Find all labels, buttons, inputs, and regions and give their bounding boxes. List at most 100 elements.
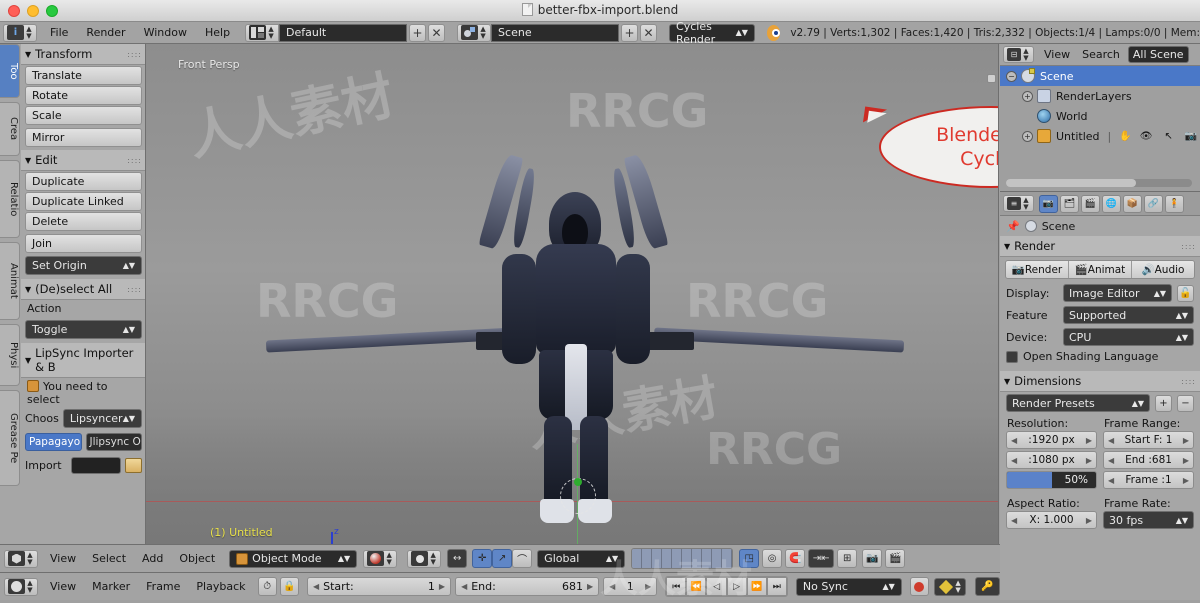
sync-mode-selector[interactable]: No Sync ▲▼ xyxy=(796,578,902,596)
outliner-display-mode[interactable]: All Scene xyxy=(1128,46,1189,63)
duplicate-button[interactable]: Duplicate xyxy=(25,172,142,191)
menu-help[interactable]: Help xyxy=(196,23,239,43)
outliner-row-world[interactable]: World xyxy=(1000,106,1200,126)
properties-tab-renderlayers[interactable]: 🗂 xyxy=(1060,195,1079,213)
translate-button[interactable]: Translate xyxy=(25,66,142,85)
lock-icon[interactable]: 🔒 xyxy=(280,577,299,596)
start-frame-field[interactable]: ◀ Start F: 1 ▶ xyxy=(1103,431,1194,449)
start-frame-field[interactable]: ◀ Start: 1 ▶ xyxy=(307,577,451,596)
render-camera-icon[interactable]: 📷 xyxy=(862,549,882,568)
proportional-edit-icon[interactable]: ◳ xyxy=(739,549,759,568)
panel-header-render[interactable]: ▼ Render :::: xyxy=(1000,236,1200,257)
panel-header-deselect-all[interactable]: ▼ (De)select All :::: xyxy=(21,279,146,300)
editor-type-selector-properties[interactable]: ≡ ▲▼ xyxy=(1003,195,1034,212)
frame-rate-dropdown[interactable]: 30 fps ▲▼ xyxy=(1103,511,1194,529)
osl-row[interactable]: Open Shading Language xyxy=(1000,348,1200,365)
snap-target-icon[interactable]: ⊞ xyxy=(837,549,857,568)
outliner-menu-search[interactable]: Search xyxy=(1076,48,1126,61)
papagayo-tab[interactable]: Papagayo xyxy=(25,433,82,451)
magnet-icon[interactable]: 🧲 xyxy=(785,549,805,568)
screen-layout-icon-button[interactable]: ▲▼ xyxy=(245,24,279,42)
remove-preset-button[interactable]: − xyxy=(1177,395,1194,412)
properties-tab-armature[interactable]: 🧍 xyxy=(1165,195,1184,213)
scale-manipulator-icon[interactable]: ⌒ xyxy=(512,549,532,568)
scene-icon-button[interactable]: ▲▼ xyxy=(457,24,491,42)
menu-file[interactable]: File xyxy=(41,23,77,43)
editor-type-selector-timeline[interactable]: ▲▼ xyxy=(4,578,38,596)
render-engine-selector[interactable]: Cycles Render ▲▼ xyxy=(669,24,755,42)
tab-tools[interactable]: Too xyxy=(0,44,20,98)
duplicate-linked-button[interactable]: Duplicate Linked xyxy=(25,192,142,211)
interaction-mode-selector[interactable]: Object Mode ▲▼ xyxy=(229,550,357,568)
timeline-menu-view[interactable]: View xyxy=(42,580,84,593)
rotate-button[interactable]: Rotate xyxy=(25,86,142,105)
feature-set-dropdown[interactable]: Supported ▲▼ xyxy=(1063,306,1194,324)
panel-header-lipsync[interactable]: ▼ LipSync Importer & B xyxy=(21,343,146,378)
expand-icon[interactable]: + xyxy=(1022,91,1033,102)
delete-scene-button[interactable]: ✕ xyxy=(640,24,657,42)
scale-button[interactable]: Scale xyxy=(25,106,142,125)
scene-name[interactable]: Scene xyxy=(491,24,619,42)
editor-type-selector-outliner[interactable]: ⊟ ▲▼ xyxy=(1003,46,1034,63)
auto-key-icon[interactable]: ⏱ xyxy=(258,577,277,596)
properties-editor[interactable]: ≡ ▲▼ 📷 🗂 🎬 🌐 📦 🔗 🧍 📌 Scene ▼ Render ::::… xyxy=(1000,192,1200,600)
unlock-icon[interactable]: 🔓 xyxy=(1177,285,1194,302)
current-frame-field[interactable]: ◀ 1 ▶ xyxy=(603,577,657,596)
menu-window[interactable]: Window xyxy=(135,23,196,43)
menu-render[interactable]: Render xyxy=(77,23,134,43)
editor-type-selector[interactable]: i ▲▼ xyxy=(3,24,37,42)
play-reverse-icon[interactable]: ◁ xyxy=(706,577,726,596)
resolution-x-field[interactable]: ◀ :1920 px ▶ xyxy=(1006,431,1097,449)
camera-icon[interactable]: 📷 xyxy=(1185,131,1197,142)
import-path-input[interactable] xyxy=(71,457,121,474)
display-mode-dropdown[interactable]: Image Editor ▲▼ xyxy=(1063,284,1172,302)
resolution-percent-slider[interactable]: 50% xyxy=(1006,471,1097,489)
outliner-menu-view[interactable]: View xyxy=(1038,48,1076,61)
tab-grease-pencil[interactable]: Grease Pe xyxy=(0,390,20,486)
panel-header-edit[interactable]: ▼ Edit :::: xyxy=(21,150,146,171)
viewport-toggle-nav-handle[interactable] xyxy=(987,74,996,83)
transform-orientation-selector[interactable]: Global ▲▼ xyxy=(537,550,625,568)
resolution-y-field[interactable]: ◀ :1080 px ▶ xyxy=(1006,451,1097,469)
timeline-menu-frame[interactable]: Frame xyxy=(138,580,188,593)
3dview-menu-object[interactable]: Object xyxy=(171,552,223,565)
panel-header-transform[interactable]: ▼ Transform :::: xyxy=(21,44,146,65)
3d-viewport[interactable]: 人人素材 RRCG RRCG RRCG 人人素材 RRCG xyxy=(146,44,999,544)
3dview-menu-view[interactable]: View xyxy=(42,552,84,565)
outliner-row-scene[interactable]: − Scene xyxy=(1000,66,1200,86)
properties-tab-constraints[interactable]: 🔗 xyxy=(1144,195,1163,213)
set-origin-dropdown[interactable]: Set Origin ▲▼ xyxy=(25,256,142,275)
rotate-manipulator-icon[interactable]: ↗ xyxy=(492,549,512,568)
outliner-horizontal-scrollbar[interactable] xyxy=(1006,179,1192,187)
3dview-menu-select[interactable]: Select xyxy=(84,552,134,565)
viewport-shading-selector[interactable]: ▲▼ xyxy=(363,550,397,568)
add-preset-button[interactable]: + xyxy=(1155,395,1172,412)
mirror-button[interactable]: Mirror xyxy=(25,128,142,147)
restrict-select-icon[interactable]: ↖ xyxy=(1164,131,1172,142)
3dview-menu-add[interactable]: Add xyxy=(134,552,171,565)
properties-tab-world[interactable]: 🌐 xyxy=(1102,195,1121,213)
tab-relations[interactable]: Relatio xyxy=(0,160,20,238)
timeline-menu-marker[interactable]: Marker xyxy=(84,580,138,593)
fast-forward-icon[interactable]: ⏩ xyxy=(747,577,767,596)
action-dropdown[interactable]: Toggle ▲▼ xyxy=(25,320,142,339)
screen-layout-name[interactable]: Default xyxy=(279,24,407,42)
collapse-icon[interactable]: − xyxy=(1006,71,1017,82)
record-icon[interactable] xyxy=(910,577,929,596)
delete-button[interactable]: Delete xyxy=(25,212,142,231)
editor-type-selector-3dview[interactable]: ▲▼ xyxy=(4,550,38,568)
render-presets-dropdown[interactable]: Render Presets ▲▼ xyxy=(1006,394,1150,412)
jump-start-icon[interactable]: ⏮ xyxy=(666,577,686,596)
osl-checkbox[interactable] xyxy=(1006,351,1018,363)
panel-header-dimensions[interactable]: ▼ Dimensions :::: xyxy=(1000,371,1200,392)
outliner-editor[interactable]: ⊟ ▲▼ View Search All Scene − Scene + Ren… xyxy=(1000,44,1200,192)
render-animation-button[interactable]: 🎬Animat xyxy=(1069,261,1132,278)
aspect-x-field[interactable]: ◀ X: 1.000 ▶ xyxy=(1006,511,1097,529)
layers-widget[interactable] xyxy=(631,548,733,569)
keyframe-type-selector[interactable]: ▲▼ xyxy=(934,578,966,596)
properties-tab-object[interactable]: 📦 xyxy=(1123,195,1142,213)
render-audio-button[interactable]: 🔊Audio xyxy=(1132,261,1194,278)
lipsyncer-dropdown[interactable]: Lipsyncer ▲▼ xyxy=(63,409,142,428)
restrict-render-icon[interactable]: ✋ xyxy=(1119,131,1131,142)
join-button[interactable]: Join xyxy=(25,234,142,253)
